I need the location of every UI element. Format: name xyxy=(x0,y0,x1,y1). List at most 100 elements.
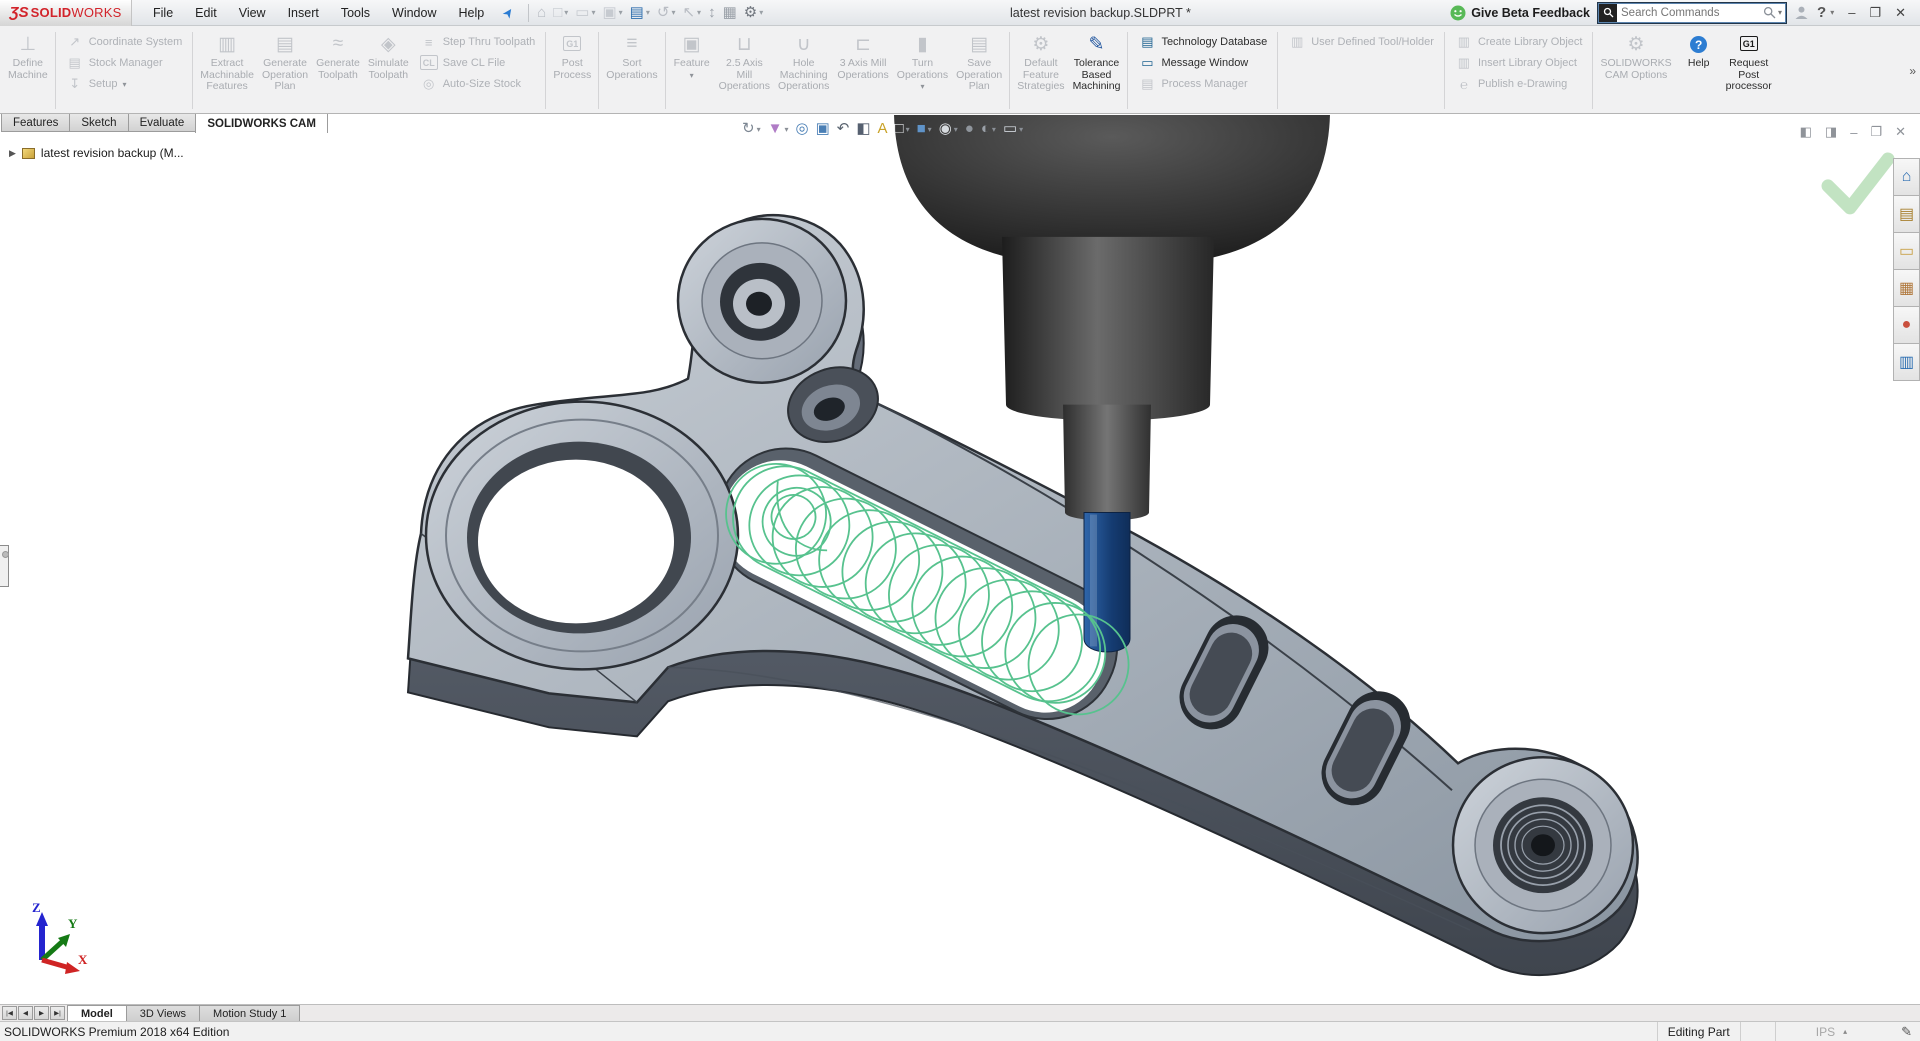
zoom-to-selection-icon[interactable]: ▣ xyxy=(816,121,830,137)
setup-button[interactable]: ↧Setup▾ xyxy=(61,74,188,94)
appearances-scenes-icon[interactable]: ● xyxy=(1893,306,1920,344)
tab-sketch[interactable]: Sketch xyxy=(69,114,128,132)
threaded-boss[interactable] xyxy=(1453,757,1633,933)
tab-motion-study-1[interactable]: Motion Study 1 xyxy=(199,1005,300,1021)
tolerance-based-machining-button[interactable]: ✎Tolerance Based Machining xyxy=(1069,28,1125,113)
tab-solidworks-cam[interactable]: SOLIDWORKS CAM xyxy=(195,114,328,133)
save-icon[interactable]: ▣ ▾ xyxy=(600,2,624,24)
new-document-icon[interactable]: □ ▾ xyxy=(551,2,570,24)
zoom-to-fit-icon[interactable]: ↻ ▾ xyxy=(742,121,761,137)
previous-view-icon[interactable]: ↶ xyxy=(837,121,850,137)
insert-library-object-button[interactable]: ▥Insert Library Object xyxy=(1450,53,1588,73)
menu-item[interactable]: File xyxy=(142,0,184,26)
search-icon[interactable] xyxy=(1763,6,1776,19)
cutting-tool[interactable] xyxy=(1084,513,1130,652)
restore-button[interactable]: ❐ xyxy=(1869,5,1881,21)
annotations-visibility-icon[interactable]: A xyxy=(878,121,888,137)
doc-minimize-icon[interactable]: – xyxy=(1850,125,1857,140)
feature-button[interactable]: ▣Feature▾ xyxy=(669,28,715,113)
hole-machining-operations-button[interactable]: ∪Hole Machining Operations xyxy=(774,28,833,113)
technology-database-button[interactable]: ▤Technology Database xyxy=(1133,32,1272,52)
pin-menu-icon[interactable]: ➤ xyxy=(499,3,518,21)
solidworks-cam-options-button[interactable]: ⚙SOLIDWORKS CAM Options xyxy=(1596,28,1675,113)
edit-appearance-icon[interactable]: ● xyxy=(965,121,974,137)
rebuild-icon[interactable]: ↕ xyxy=(706,2,718,24)
unit-system-caret-icon[interactable]: ▴ xyxy=(1843,1027,1893,1036)
give-beta-feedback-button[interactable]: Give Beta Feedback xyxy=(1450,5,1590,21)
large-bore-boss[interactable] xyxy=(426,402,738,670)
print-icon[interactable]: ▤ ▾ xyxy=(628,2,652,24)
menu-item[interactable]: Edit xyxy=(184,0,228,26)
view-orientation-icon[interactable]: □ ▾ xyxy=(895,121,910,137)
save-cl-file-button[interactable]: CLSave CL File xyxy=(415,53,541,73)
top-boss[interactable] xyxy=(678,219,846,383)
tab-model[interactable]: Model xyxy=(67,1005,127,1021)
sort-operations-button[interactable]: ≡Sort Operations xyxy=(602,28,661,113)
simulate-toolpath-button[interactable]: ◈Simulate Toolpath xyxy=(364,28,413,113)
auto-size-stock-button[interactable]: ◎Auto-Size Stock xyxy=(415,74,541,94)
open-icon[interactable]: ▭ ▾ xyxy=(573,2,597,24)
search-commands-input[interactable] xyxy=(1617,7,1763,19)
last-sheet-button[interactable]: ▶| xyxy=(50,1006,65,1020)
mill-25-axis-operations-button[interactable]: ⊔2.5 Axis Mill Operations xyxy=(715,28,774,113)
view-palette-icon[interactable]: ▦ xyxy=(1893,269,1920,307)
generate-operation-plan-button[interactable]: ▤Generate Operation Plan xyxy=(258,28,312,113)
design-library-icon[interactable]: ▤ xyxy=(1893,195,1920,233)
message-window-button[interactable]: ▭Message Window xyxy=(1133,53,1272,73)
home-icon[interactable]: ⌂ xyxy=(535,2,548,24)
menu-item[interactable]: Insert xyxy=(277,0,330,26)
request-post-processor-button[interactable]: G1Request Post processor xyxy=(1722,28,1776,113)
turn-operations-button[interactable]: ▮Turn Operations▾ xyxy=(893,28,952,113)
apply-scene-icon[interactable]: ◐ ▾ xyxy=(981,121,996,137)
pane-split-left-icon[interactable]: ◧ xyxy=(1800,124,1812,140)
help-menu-button[interactable]: ? xyxy=(1817,4,1826,21)
menu-item[interactable]: Tools xyxy=(330,0,381,26)
view-settings-icon[interactable]: ▭ ▾ xyxy=(1003,121,1023,137)
display-style-icon[interactable]: ■ ▾ xyxy=(917,121,932,137)
undo-icon[interactable]: ↺ ▾ xyxy=(655,2,678,24)
mill-3-axis-operations-button[interactable]: ⊏3 Axis Mill Operations xyxy=(833,28,892,113)
extract-machinable-features-button[interactable]: ▥Extract Machinable Features xyxy=(196,28,258,113)
tag-icon[interactable]: ✎ xyxy=(1893,1024,1920,1040)
file-properties-icon[interactable]: ▦ xyxy=(721,2,739,24)
hide-show-items-icon[interactable]: ◉ ▾ xyxy=(939,121,958,137)
search-scope-icon[interactable] xyxy=(1599,4,1617,22)
pane-split-right-icon[interactable]: ◨ xyxy=(1825,124,1837,140)
tab-evaluate[interactable]: Evaluate xyxy=(128,114,197,132)
selection-filter-icon[interactable]: ▼ ▾ xyxy=(768,121,789,137)
model-scene[interactable] xyxy=(0,115,1920,1004)
close-button[interactable]: ✕ xyxy=(1895,5,1906,21)
process-manager-button[interactable]: ▤Process Manager xyxy=(1133,74,1272,94)
section-view-icon[interactable]: ◧ xyxy=(856,121,870,137)
tree-expander-icon[interactable]: ▶ xyxy=(9,148,16,159)
ribbon-expand-chevron[interactable]: » xyxy=(1905,28,1920,113)
coordinate-system-button[interactable]: ↗Coordinate System xyxy=(61,32,188,52)
tab-features[interactable]: Features xyxy=(1,114,70,132)
user-defined-tool-holder-button[interactable]: ▥User Defined Tool/Holder xyxy=(1283,32,1439,52)
unit-system-selector[interactable]: IPS xyxy=(1776,1025,1843,1039)
help-button[interactable]: ?Help xyxy=(1676,28,1722,113)
task-pane-home-icon[interactable]: ⌂ xyxy=(1893,158,1920,196)
create-library-object-button[interactable]: ▥Create Library Object xyxy=(1450,32,1588,52)
previous-sheet-button[interactable]: ◀ xyxy=(18,1006,33,1020)
feature-tree-root[interactable]: ▶ latest revision backup (M... xyxy=(9,146,184,160)
custom-properties-icon[interactable]: ▥ xyxy=(1893,343,1920,381)
step-thru-toolpath-button[interactable]: ≡Step Thru Toolpath xyxy=(415,32,541,52)
zoom-to-area-icon[interactable]: ◎ xyxy=(795,121,808,137)
doc-restore-icon[interactable]: ❐ xyxy=(1870,124,1882,140)
help-dropdown-icon[interactable]: ▾ xyxy=(1830,8,1834,17)
publish-e-drawing-button[interactable]: ℮Publish e-Drawing xyxy=(1450,74,1588,94)
login-user-icon[interactable] xyxy=(1794,5,1809,20)
define-machine-button[interactable]: ⊥Define Machine xyxy=(4,28,52,113)
first-sheet-button[interactable]: |◀ xyxy=(2,1006,17,1020)
select-icon[interactable]: ↖ ▾ xyxy=(680,2,703,24)
default-feature-strategies-button[interactable]: ⚙Default Feature Strategies xyxy=(1013,28,1068,113)
post-process-button[interactable]: G1Post Process xyxy=(549,28,595,113)
generate-toolpath-button[interactable]: ≈Generate Toolpath xyxy=(312,28,364,113)
feature-pane-splitter[interactable] xyxy=(0,545,9,587)
minimize-button[interactable]: – xyxy=(1848,5,1855,20)
menu-item[interactable]: Window xyxy=(381,0,447,26)
save-operation-plan-button[interactable]: ▤Save Operation Plan xyxy=(952,28,1006,113)
file-explorer-icon[interactable]: ▭ xyxy=(1893,232,1920,270)
next-sheet-button[interactable]: ▶ xyxy=(34,1006,49,1020)
